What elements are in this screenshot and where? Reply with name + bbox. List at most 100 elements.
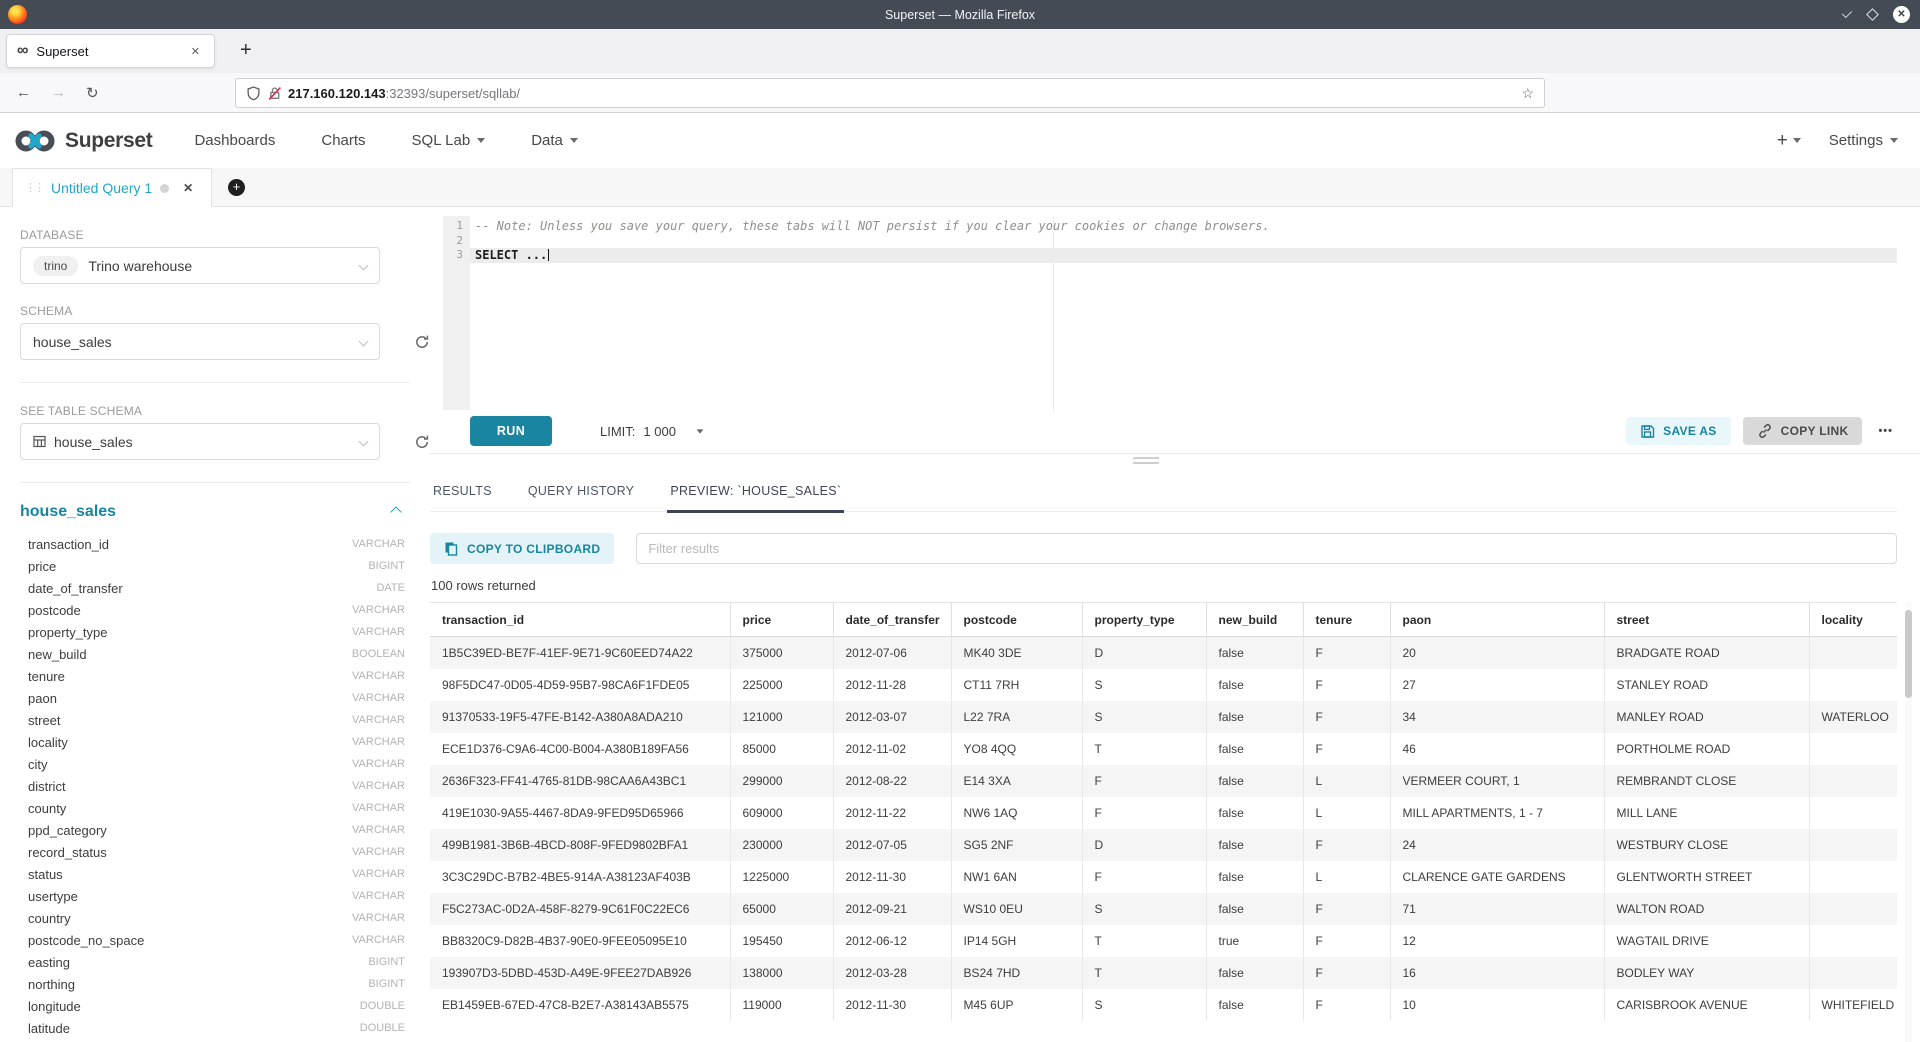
query-tab[interactable]: ⋮⋮ Untitled Query 1 ✕ <box>12 168 212 207</box>
editor-toolbar: RUN LIMIT: 1 000 SAVE AS COPY LINK ••• <box>470 416 1897 446</box>
results-column-header[interactable]: price <box>730 603 833 637</box>
sqllab-main: 1 2 3 -- Note: Unless you save your quer… <box>430 207 1920 1042</box>
results-table-wrap: transaction_idpricedate_of_transferpostc… <box>430 602 1897 1042</box>
schema-column-row: districtVARCHAR <box>20 775 410 797</box>
window-minimize-icon[interactable] <box>1842 8 1852 18</box>
nav-sql-lab[interactable]: SQL Lab <box>412 132 486 149</box>
schema-column-row: paonVARCHAR <box>20 687 410 709</box>
row-count: 100 rows returned <box>431 578 536 593</box>
database-select[interactable]: trino Trino warehouse <box>20 247 380 284</box>
chevron-down-icon <box>359 337 369 347</box>
schema-columns: transaction_idVARCHARpriceBIGINTdate_of_… <box>20 533 410 1039</box>
tab-query-history[interactable]: QUERY HISTORY <box>525 472 637 511</box>
nav-charts[interactable]: Charts <box>321 132 365 149</box>
table-select[interactable]: house_sales <box>20 423 380 460</box>
schema-column-row: localityVARCHAR <box>20 731 410 753</box>
back-button[interactable]: ← <box>16 84 31 101</box>
table-row: 91370533-19F5-47FE-B142-A380A8ADA2101210… <box>430 701 1897 733</box>
limit-control[interactable]: LIMIT: 1 000 <box>600 424 704 439</box>
superset-logo[interactable]: Superset <box>14 129 152 153</box>
refresh-schemas-icon[interactable] <box>414 334 430 350</box>
schema-column-row: tenureVARCHAR <box>20 665 410 687</box>
schema-column-row: northingBIGINT <box>20 973 410 995</box>
editor-code: -- Note: Unless you save your query, the… <box>470 216 1897 263</box>
window-close-icon[interactable]: ✕ <box>1893 6 1910 23</box>
results-column-header[interactable]: property_type <box>1082 603 1206 637</box>
schema-column-row: record_statusVARCHAR <box>20 841 410 863</box>
collapse-chevron-icon[interactable] <box>390 506 401 517</box>
superset-favicon-icon: ∞ <box>17 43 28 59</box>
browser-tab-title: Superset <box>36 44 186 59</box>
schema-column-row: countyVARCHAR <box>20 797 410 819</box>
editor-gutter: 1 2 3 <box>443 216 470 410</box>
results-column-header[interactable]: transaction_id <box>430 603 730 637</box>
schema-column-row: eastingBIGINT <box>20 951 410 973</box>
results-column-header[interactable]: paon <box>1390 603 1604 637</box>
nav-dashboards[interactable]: Dashboards <box>194 132 275 149</box>
browser-toolbar: ← → ↻ 217.160.120.143:32393/superset/sql… <box>0 73 1920 113</box>
query-tab-close-icon[interactable]: ✕ <box>183 181 193 195</box>
tab-results[interactable]: RESULTS <box>430 472 495 511</box>
query-tabstrip: ⋮⋮ Untitled Query 1 ✕ + <box>0 168 1920 207</box>
table-row: 193907D3-5DBD-453D-A49E-9FEE27DAB9261380… <box>430 957 1897 989</box>
more-options-button[interactable]: ••• <box>1874 425 1897 437</box>
sql-comment-line: -- Note: Unless you save your query, the… <box>470 219 1897 234</box>
browser-tab-close-icon[interactable]: ✕ <box>187 43 204 60</box>
table-schema-heading: house_sales <box>20 503 410 521</box>
nav-data[interactable]: Data <box>531 132 578 149</box>
window-title: Superset — Mozilla Firefox <box>0 8 1920 22</box>
superset-infinity-icon <box>14 129 56 153</box>
filter-results-input[interactable] <box>636 533 1897 564</box>
results-column-header[interactable]: street <box>1604 603 1809 637</box>
browser-tab[interactable]: ∞ Superset ✕ <box>6 34 215 68</box>
copy-link-button[interactable]: COPY LINK <box>1743 417 1863 445</box>
schema-column-row: statusVARCHAR <box>20 863 410 885</box>
save-as-button[interactable]: SAVE AS <box>1626 417 1730 445</box>
chevron-down-icon <box>477 138 485 143</box>
run-button[interactable]: RUN <box>470 416 552 446</box>
refresh-tables-icon[interactable] <box>414 434 430 450</box>
resize-grip[interactable] <box>1133 457 1159 467</box>
chevron-down-icon <box>359 261 369 271</box>
browser-tabstrip: ∞ Superset ✕ + <box>0 29 1920 73</box>
chevron-down-icon <box>359 437 369 447</box>
schema-column-row: transaction_idVARCHAR <box>20 533 410 555</box>
results-column-header[interactable]: locality <box>1809 603 1897 637</box>
save-icon <box>1640 424 1655 439</box>
tab-preview-house-sales[interactable]: PREVIEW: `HOUSE_SALES` <box>667 472 844 513</box>
results-column-header[interactable]: tenure <box>1303 603 1390 637</box>
forward-button[interactable]: → <box>51 84 66 101</box>
reload-button[interactable]: ↻ <box>86 84 99 102</box>
table-row: 3C3C29DC-B7B2-4BE5-914A-A38123AF403B1225… <box>430 861 1897 893</box>
tracking-shield-icon[interactable] <box>246 86 261 101</box>
insecure-lock-icon[interactable] <box>267 86 282 101</box>
results-scrollbar-thumb[interactable] <box>1905 610 1912 698</box>
results-column-header[interactable]: new_build <box>1206 603 1303 637</box>
results-controls: COPY TO CLIPBOARD <box>430 533 1897 564</box>
new-browser-tab-button[interactable]: + <box>232 37 260 64</box>
table-row: 2636F323-FF41-4765-81DB-98CAA6A43BC12990… <box>430 765 1897 797</box>
window-maximize-icon[interactable] <box>1866 8 1879 21</box>
table-row: EB1459EB-67ED-47C8-B2E7-A38143AB55751190… <box>430 989 1897 1021</box>
table-icon <box>33 435 46 448</box>
copy-to-clipboard-button[interactable]: COPY TO CLIPBOARD <box>430 533 614 564</box>
link-icon <box>1757 423 1773 439</box>
url-text: 217.160.120.143:32393/superset/sqllab/ <box>288 86 520 101</box>
url-field[interactable]: 217.160.120.143:32393/superset/sqllab/ ☆ <box>235 78 1545 108</box>
new-item-menu[interactable]: + <box>1777 130 1801 152</box>
results-column-header[interactable]: postcode <box>951 603 1082 637</box>
table-schema-label: SEE TABLE SCHEMA <box>20 404 410 418</box>
results-column-header[interactable]: date_of_transfer <box>833 603 951 637</box>
window-titlebar: Superset — Mozilla Firefox ✕ <box>0 0 1920 29</box>
database-engine-pill: trino <box>33 256 78 276</box>
schema-column-row: postcode_no_spaceVARCHAR <box>20 929 410 951</box>
schema-column-row: postcodeVARCHAR <box>20 599 410 621</box>
add-query-tab-button[interactable]: + <box>228 179 245 196</box>
sql-editor[interactable]: 1 2 3 -- Note: Unless you save your quer… <box>443 216 1897 410</box>
settings-menu[interactable]: Settings <box>1829 132 1898 149</box>
query-tab-title: Untitled Query 1 <box>51 180 152 196</box>
chevron-down-icon <box>1793 138 1801 143</box>
chevron-down-icon <box>697 429 704 433</box>
bookmark-star-icon[interactable]: ☆ <box>1521 85 1534 102</box>
schema-select[interactable]: house_sales <box>20 323 380 360</box>
